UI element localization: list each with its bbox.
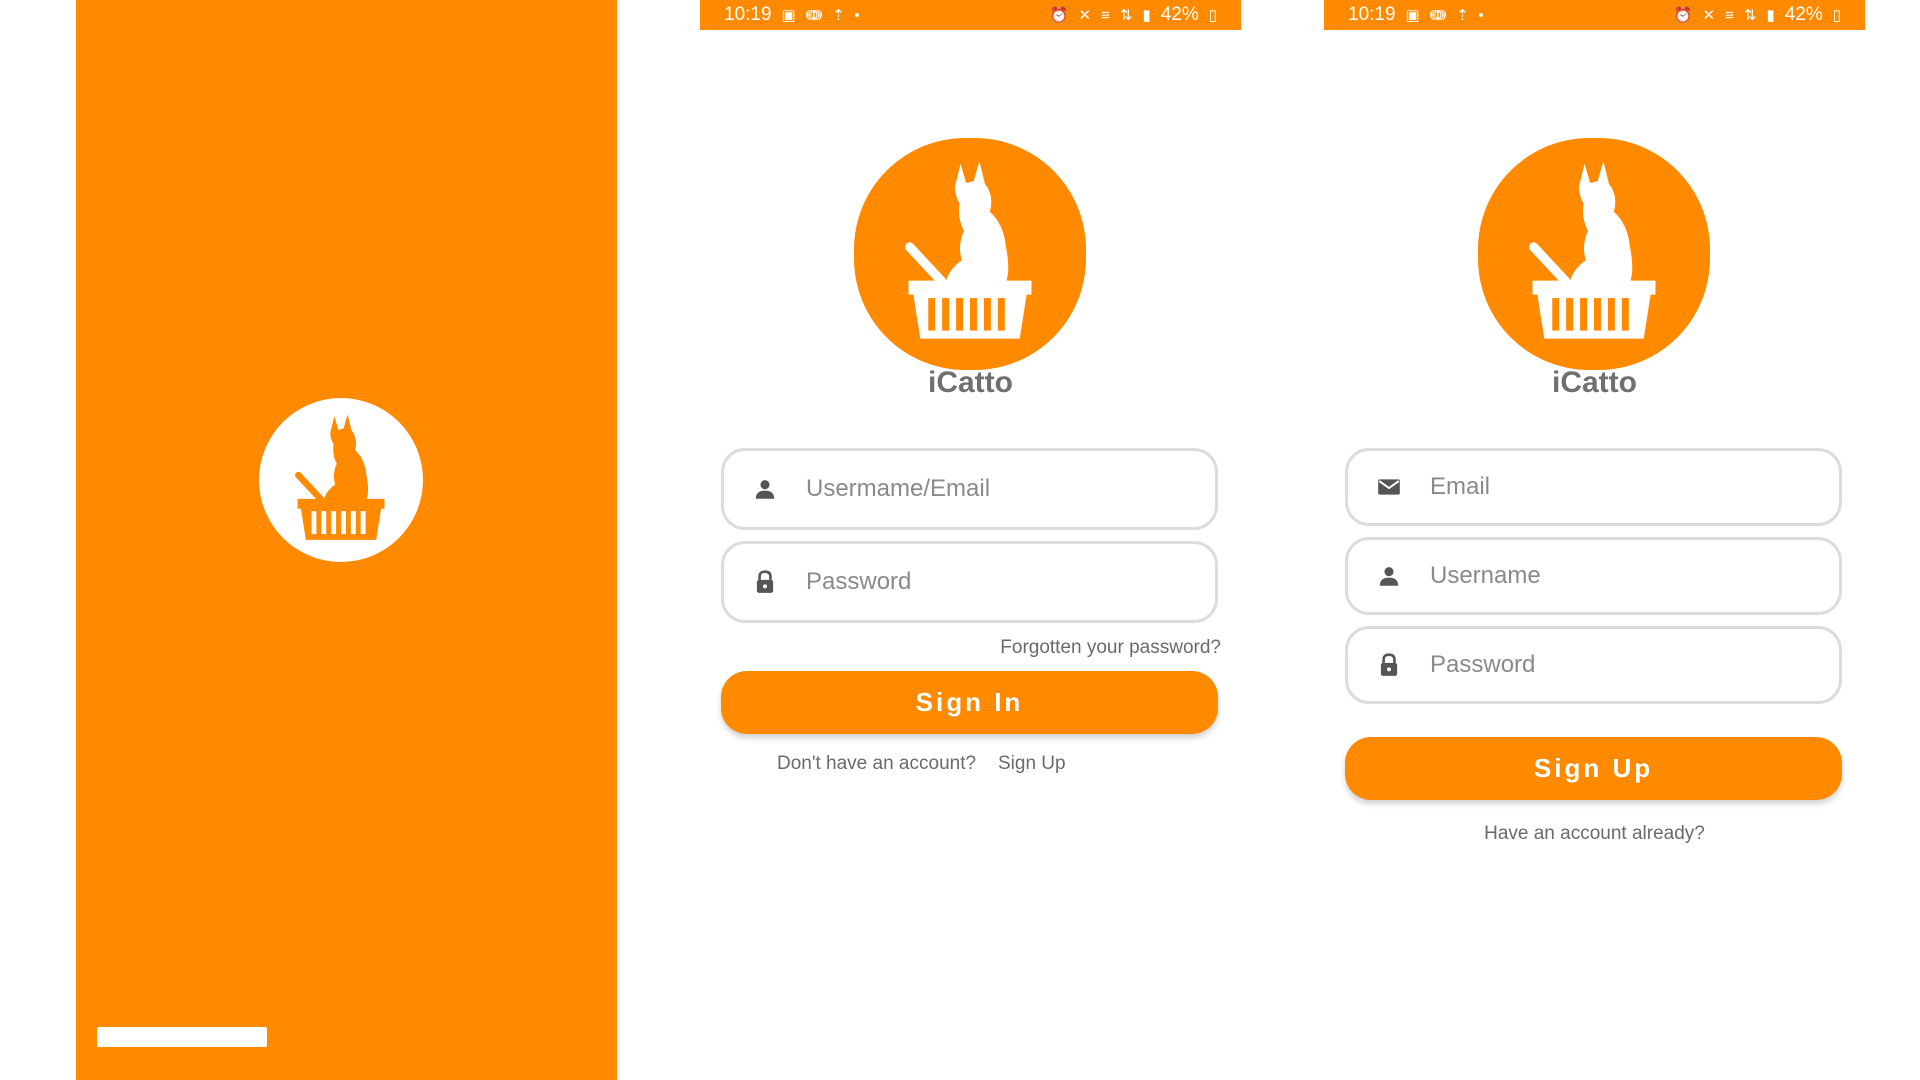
- person-icon: [1376, 563, 1402, 589]
- nfc-icon: ↈ: [805, 6, 823, 24]
- splash-screen: [76, 0, 617, 1080]
- status-time: 10:19: [724, 4, 772, 25]
- signal-icon: ▮: [1142, 6, 1151, 24]
- cat-basket-logo-icon: [1478, 138, 1710, 370]
- 4g-icon: ⇅: [1743, 6, 1757, 24]
- volte-icon: ≡: [1101, 6, 1110, 24]
- notification-dot-icon: [1478, 13, 1483, 17]
- sign-in-button[interactable]: Sign In: [721, 671, 1218, 734]
- splash-loading-bar: [97, 1027, 267, 1047]
- upload-icon: ⇡: [832, 6, 845, 24]
- mute-icon: ✕: [1078, 6, 1092, 24]
- mail-icon: [1376, 474, 1402, 500]
- signal-icon: ▮: [1766, 6, 1775, 24]
- email-input[interactable]: [1430, 451, 1839, 523]
- battery-icon: ▯: [1832, 6, 1841, 24]
- app-name: iCatto: [928, 366, 1013, 399]
- username-field[interactable]: [1345, 537, 1842, 615]
- username-email-field[interactable]: [721, 448, 1218, 530]
- no-account-text: Don't have an account?: [777, 753, 977, 774]
- password-field[interactable]: [1345, 626, 1842, 704]
- image-icon: ▣: [1405, 6, 1420, 24]
- password-field[interactable]: [721, 541, 1218, 623]
- sign-up-screen: 10:19 ▣ ↈ ⇡ ⏰ ✕ ≡ ⇅ ▮ 42% ▯ iCatto Email…: [1324, 0, 1865, 1080]
- cat-basket-logo-icon: [259, 398, 423, 562]
- person-icon: [752, 476, 778, 502]
- upload-icon: ⇡: [1456, 6, 1469, 24]
- volte-icon: ≡: [1725, 6, 1734, 24]
- battery-icon: ▯: [1208, 6, 1217, 24]
- status-time: 10:19: [1348, 4, 1396, 25]
- email-field[interactable]: [1345, 448, 1842, 526]
- image-icon: ▣: [781, 6, 796, 24]
- sign-up-link[interactable]: Sign Up: [998, 753, 1066, 775]
- sign-in-screen: 10:19 ▣ ↈ ⇡ ⏰ ✕ ≡ ⇅ ▮ 42% ▯ iCatto Userm…: [700, 0, 1241, 1080]
- password-input[interactable]: [1430, 629, 1839, 701]
- battery-percent: 42%: [1784, 4, 1823, 25]
- cat-basket-logo-icon: [854, 138, 1086, 370]
- notification-dot-icon: [854, 13, 859, 17]
- mute-icon: ✕: [1702, 6, 1716, 24]
- 4g-icon: ⇅: [1119, 6, 1133, 24]
- username-email-input[interactable]: [806, 451, 1215, 527]
- status-bar: 10:19 ▣ ↈ ⇡ ⏰ ✕ ≡ ⇅ ▮ 42% ▯: [700, 0, 1241, 30]
- username-input[interactable]: [1430, 540, 1839, 612]
- app-name: iCatto: [1552, 366, 1637, 399]
- nfc-icon: ↈ: [1429, 6, 1447, 24]
- alarm-icon: ⏰: [1049, 6, 1069, 24]
- sign-up-button[interactable]: Sign Up: [1345, 737, 1842, 800]
- password-input[interactable]: [806, 544, 1215, 620]
- have-account-link[interactable]: Have an account already?: [1324, 823, 1865, 845]
- lock-icon: [752, 569, 778, 595]
- status-bar: 10:19 ▣ ↈ ⇡ ⏰ ✕ ≡ ⇅ ▮ 42% ▯: [1324, 0, 1865, 30]
- alarm-icon: ⏰: [1673, 6, 1693, 24]
- forgot-password-link[interactable]: Forgotten your password?: [1000, 637, 1221, 659]
- battery-percent: 42%: [1160, 4, 1199, 25]
- lock-icon: [1376, 652, 1402, 678]
